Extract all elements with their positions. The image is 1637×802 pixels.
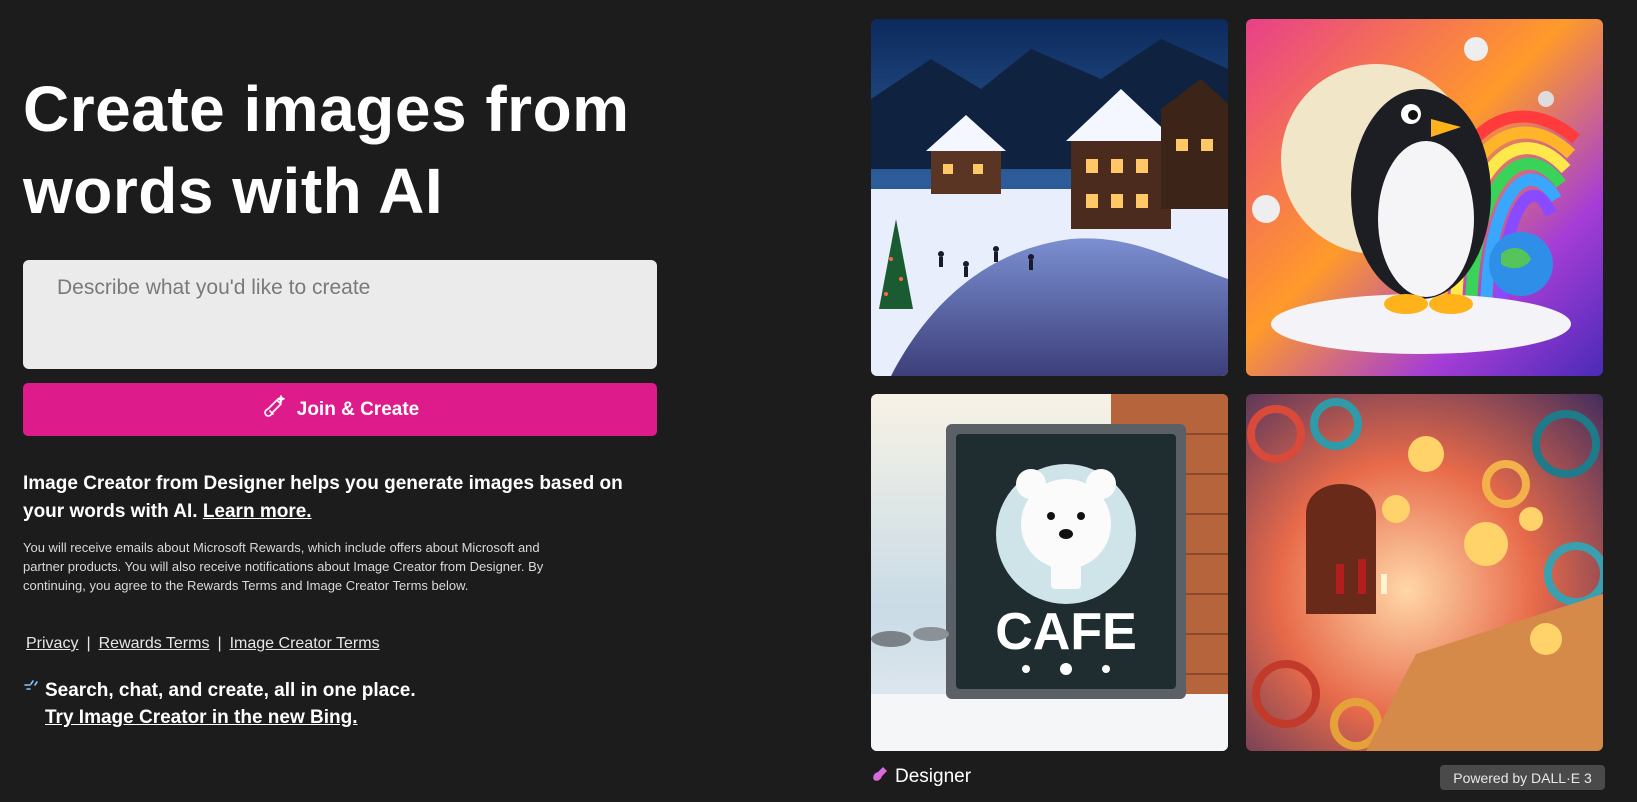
bing-promo: Search, chat, and create, all in one pla… [23,677,416,731]
description-text: Image Creator from Designer helps you ge… [23,473,623,522]
privacy-link[interactable]: Privacy [26,635,78,653]
magic-brush-icon [261,394,287,426]
try-new-bing-link[interactable]: Try Image Creator in the new Bing. [45,704,416,731]
description: Image Creator from Designer helps you ge… [23,470,663,526]
promo-text: Search, chat, and create, all in one pla… [45,680,416,701]
sparkle-icon [23,679,39,695]
page: Create images from words with AI Join & … [0,0,1637,802]
designer-brand[interactable]: Designer [871,765,971,789]
cafe-sign-image[interactable]: CAFE [871,394,1228,751]
footer-links: Privacy | Rewards Terms | Image Creator … [26,635,380,653]
learn-more-link[interactable]: Learn more. [203,501,312,522]
cafe-sign-text: CAFE [995,603,1137,661]
designer-brand-label: Designer [895,766,972,787]
powered-by-badge: Powered by DALL·E 3 [1440,765,1605,790]
winter-village-image[interactable] [871,19,1228,376]
image-creator-terms-link[interactable]: Image Creator Terms [230,635,380,653]
rewards-disclaimer: You will receive emails about Microsoft … [23,540,544,593]
join-create-button[interactable]: Join & Create [23,383,657,436]
rewards-terms-link[interactable]: Rewards Terms [99,635,210,653]
page-title: Create images from words with AI [23,73,630,227]
link-separator: | [217,635,222,652]
paper-art-lanterns-image[interactable] [1246,394,1603,751]
penguin-rainbow-image[interactable] [1246,19,1603,376]
designer-logo-icon [871,765,889,789]
prompt-input[interactable] [23,260,657,369]
link-separator: | [86,635,91,652]
join-create-label: Join & Create [296,398,420,420]
